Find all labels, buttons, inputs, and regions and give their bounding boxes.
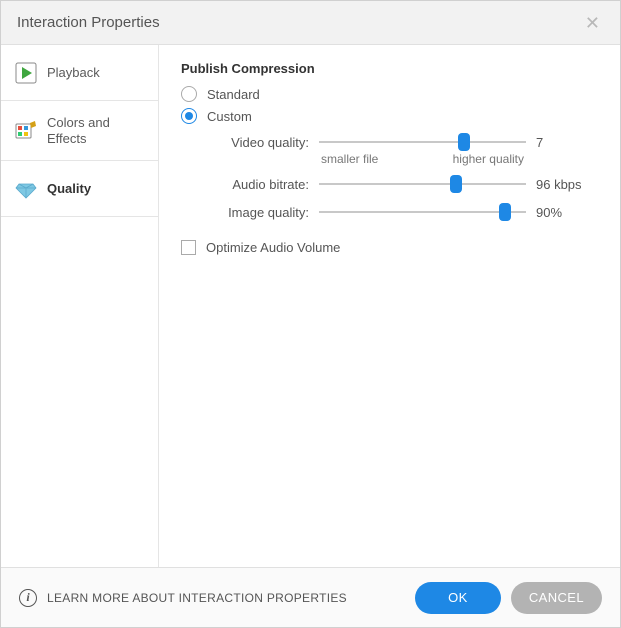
slider-label-audio: Audio bitrate: [209,177,309,192]
slider-label-image: Image quality: [209,205,309,220]
dialog-footer: i LEARN MORE ABOUT INTERACTION PROPERTIE… [1,567,620,627]
play-icon [15,62,37,84]
sidebar-label-colors-effects: Colors and Effects [47,115,144,146]
slider-image-quality[interactable] [319,202,526,222]
diamond-icon [15,178,37,200]
section-title-compression: Publish Compression [181,61,598,76]
dialog-body: Playback Colors and Effects [1,45,620,567]
radio-label-custom: Custom [207,109,252,124]
sidebar-item-colors-effects[interactable]: Colors and Effects [1,101,158,161]
slider-track [319,211,526,213]
radio-custom[interactable]: Custom [181,108,598,124]
slider-track [319,141,526,143]
close-button[interactable]: ✕ [581,10,604,36]
checkbox-icon-unchecked [181,240,196,255]
slider-label-video: Video quality: [209,135,309,150]
radio-icon-unchecked [181,86,197,102]
learn-more-link[interactable]: LEARN MORE ABOUT INTERACTION PROPERTIES [47,591,347,605]
sidebar: Playback Colors and Effects [1,45,159,567]
slider-value-image: 90% [536,205,598,220]
sidebar-item-quality[interactable]: Quality [1,161,158,217]
slider-row-video-quality: Video quality: 7 [209,132,598,152]
radio-label-standard: Standard [207,87,260,102]
slider-thumb [458,133,470,151]
slider-thumb [499,203,511,221]
close-icon: ✕ [585,13,600,33]
radio-icon-checked [181,108,197,124]
info-icon: i [19,589,37,607]
sidebar-label-quality: Quality [47,181,91,197]
custom-sliders-group: Video quality: 7 smaller file higher qua… [209,132,598,222]
sidebar-label-playback: Playback [47,65,100,81]
slider-value-video: 7 [536,135,598,150]
slider-min-label: smaller file [321,152,378,166]
slider-audio-bitrate[interactable] [319,174,526,194]
cancel-button[interactable]: CANCEL [511,582,602,614]
checkbox-optimize-audio[interactable]: Optimize Audio Volume [181,240,598,255]
slider-video-quality[interactable] [319,132,526,152]
radio-standard[interactable]: Standard [181,86,598,102]
slider-row-audio-bitrate: Audio bitrate: 96 kbps [209,174,598,194]
slider-row-image-quality: Image quality: 90% [209,202,598,222]
dialog-title: Interaction Properties [17,14,160,31]
slider-max-label: higher quality [453,152,524,166]
ok-button[interactable]: OK [415,582,501,614]
checkbox-label-optimize-audio: Optimize Audio Volume [206,240,340,255]
quality-panel: Publish Compression Standard Custom Vide… [159,45,620,567]
slider-thumb [450,175,462,193]
slider-minmax-video: smaller file higher quality [209,154,598,166]
slider-track [319,183,526,185]
interaction-properties-dialog: Interaction Properties ✕ Playback [0,0,621,628]
sidebar-item-playback[interactable]: Playback [1,45,158,101]
palette-icon [15,120,37,142]
titlebar: Interaction Properties ✕ [1,1,620,45]
slider-value-audio: 96 kbps [536,177,598,192]
